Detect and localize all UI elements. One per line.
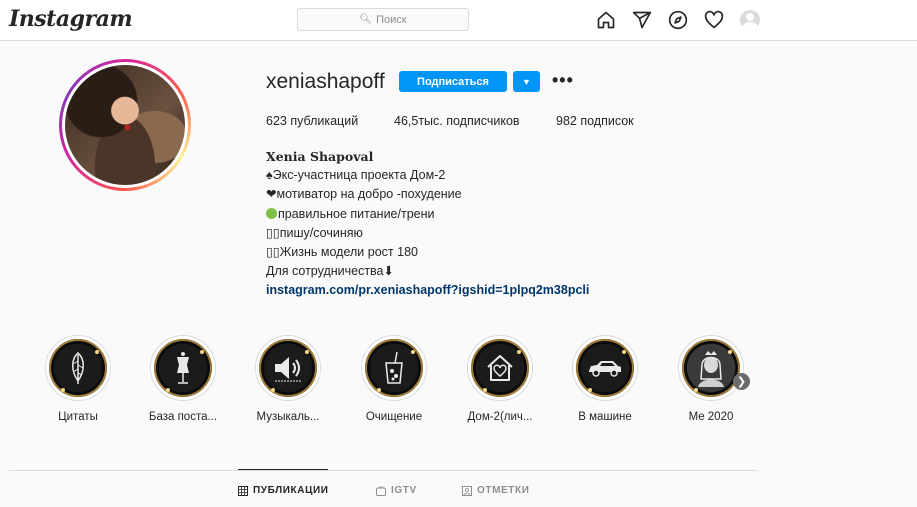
profile-username: xeniashapoff: [266, 70, 385, 93]
highlight-label: Me 2020: [688, 411, 734, 423]
tab-label: ПУБЛИКАЦИИ: [253, 485, 329, 496]
highlight-item[interactable]: Цитаты: [40, 335, 116, 423]
instagram-logo[interactable]: Instagram: [9, 6, 133, 32]
highlight-label: Очищение: [365, 411, 423, 423]
highlight-label: Дом-2(лич...: [467, 411, 533, 423]
grid-icon: [238, 485, 248, 496]
bio-line: Для сотрудничества⬇: [266, 264, 394, 279]
profile-bio: Xenia Shapoval ♠Экс-участница проекта До…: [266, 147, 589, 301]
tabs-divider: [9, 470, 757, 471]
followers-count[interactable]: 46,5тыс. подписчиков: [394, 114, 520, 128]
portrait-icon: [682, 339, 740, 397]
active-tab-indicator: [238, 469, 328, 470]
tab-igtv[interactable]: IGTV: [376, 485, 417, 496]
send-icon[interactable]: [632, 10, 652, 30]
full-name: Xenia Shapoval: [266, 149, 374, 164]
missing-glyph-icon: ▯▯: [266, 225, 280, 240]
mannequin-icon: [154, 339, 212, 397]
bio-line: правильное питание/трени: [266, 205, 589, 224]
search-icon: 🔍︎: [359, 14, 373, 25]
bio-link[interactable]: instagram.com/pr.xeniashapoff?igshid=1pl…: [266, 283, 589, 297]
feather-icon: [49, 339, 107, 397]
bio-line: ❤мотиватор на добро -похудение: [266, 187, 462, 202]
house-heart-icon: [471, 339, 529, 397]
highlight-item[interactable]: Музыкаль...: [250, 335, 326, 423]
profile-picture[interactable]: [59, 59, 191, 191]
highlight-label: База поста...: [148, 411, 218, 423]
nav-icons: [596, 10, 760, 30]
home-icon[interactable]: [596, 10, 616, 30]
tab-label: ОТМЕТКИ: [477, 485, 530, 496]
highlight-label: В машине: [578, 411, 632, 423]
igtv-icon: [376, 485, 386, 496]
bio-line: ▯▯пишу/сочиняю: [266, 225, 363, 240]
follow-button[interactable]: Подписаться: [399, 71, 507, 92]
posts-count: 623 публикаций: [266, 114, 359, 128]
drink-icon: [365, 339, 423, 397]
caret-down-icon: ▼: [522, 76, 531, 87]
search-placeholder: Поиск: [376, 13, 407, 26]
highlight-label: Музыкаль...: [256, 411, 320, 423]
speaker-icon: [259, 339, 317, 397]
highlight-item[interactable]: Очищение: [356, 335, 432, 423]
heart-icon[interactable]: [704, 10, 724, 30]
bio-line: ♠Экс-участница проекта Дом-2: [266, 168, 446, 183]
car-icon: [576, 339, 634, 397]
followers-label: подписчиков: [442, 114, 520, 128]
search-input[interactable]: 🔍︎ Поиск: [297, 8, 469, 31]
tab-label: IGTV: [391, 485, 417, 496]
highlight-label: Цитаты: [58, 411, 98, 423]
green-apple-icon: [266, 207, 277, 219]
following-count[interactable]: 982 подписок: [556, 114, 634, 128]
chevron-right-icon[interactable]: ❯: [733, 373, 750, 390]
followers-number: 46,5тыс.: [394, 114, 443, 128]
profile-photo: [65, 65, 185, 185]
tab-posts[interactable]: ПУБЛИКАЦИИ: [238, 485, 329, 496]
explore-icon[interactable]: [668, 10, 688, 30]
top-nav: Instagram 🔍︎ Поиск: [0, 0, 917, 41]
highlight-item[interactable]: В машине: [567, 335, 643, 423]
tab-tagged[interactable]: ОТМЕТКИ: [462, 485, 530, 496]
bio-line: ▯▯Жизнь модели рост 180: [266, 245, 418, 260]
profile-avatar[interactable]: [740, 10, 760, 30]
suggested-dropdown-button[interactable]: ▼: [513, 71, 540, 92]
more-options-icon[interactable]: •••: [552, 70, 574, 90]
highlight-item[interactable]: Дом-2(лич...: [462, 335, 538, 423]
tag-icon: [462, 485, 472, 496]
missing-glyph-icon: ▯▯: [266, 245, 280, 260]
highlight-item[interactable]: База поста...: [145, 335, 221, 423]
